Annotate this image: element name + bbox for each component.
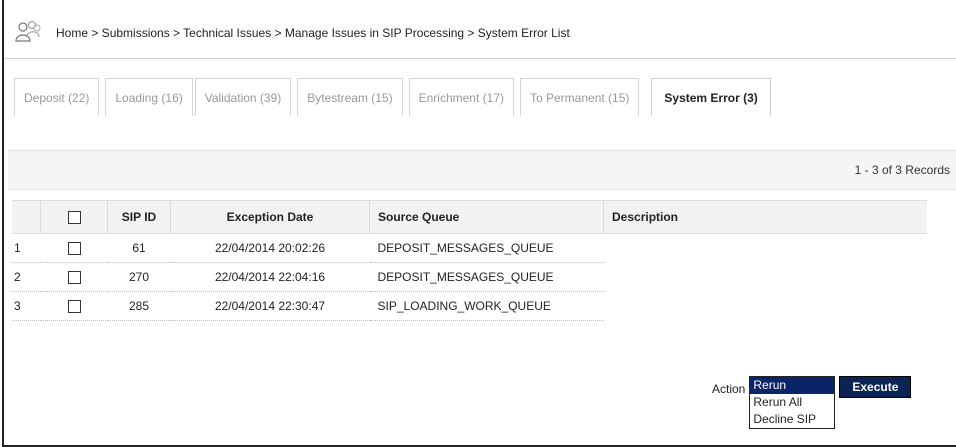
source-queue-cell: DEPOSIT_MESSAGES_QUEUE (369, 262, 604, 292)
header: Home > Submissions > Technical Issues > … (14, 14, 570, 52)
source-queue-cell: DEPOSIT_MESSAGES_QUEUE (369, 233, 604, 263)
header-divider (4, 58, 956, 59)
row-select-cell (40, 233, 108, 263)
tab-enrichment[interactable]: Enrichment (17) (408, 78, 514, 116)
tab-to-permanent[interactable]: To Permanent (15) (520, 78, 640, 116)
row-select-cell (40, 291, 108, 321)
description-cell (604, 234, 928, 263)
tab-system-error[interactable]: System Error (3) (651, 78, 771, 116)
action-option-decline-sip[interactable]: Decline SIP (750, 411, 834, 428)
row-checkbox[interactable] (67, 300, 81, 314)
sip-id-cell: 270 (107, 262, 171, 292)
exception-date-cell: 22/04/2014 22:30:47 (170, 291, 370, 321)
action-select[interactable]: Rerun Rerun All Decline SIP (749, 376, 836, 429)
records-bar: 1 - 3 of 3 Records (8, 150, 956, 190)
select-all-header (40, 200, 108, 234)
table-row[interactable]: 2 270 22/04/2014 22:04:16 DEPOSIT_MESSAG… (12, 262, 928, 292)
tab-loading[interactable]: Loading (16) (105, 78, 193, 116)
table-row[interactable]: 1 61 22/04/2014 20:02:26 DEPOSIT_MESSAGE… (12, 233, 928, 263)
tab-bar: Deposit (22) Loading (16) Validation (39… (14, 78, 777, 116)
table-row[interactable]: 3 285 22/04/2014 22:30:47 SIP_LOADING_WO… (12, 291, 928, 321)
exception-date-cell: 22/04/2014 22:04:16 (170, 262, 370, 292)
source-queue-header[interactable]: Source Queue (369, 200, 604, 234)
people-icon (14, 19, 42, 47)
execute-button[interactable]: Execute (839, 376, 912, 398)
row-checkbox[interactable] (67, 242, 81, 256)
page-frame: Home > Submissions > Technical Issues > … (2, 0, 956, 447)
sip-id-cell: 61 (107, 233, 171, 263)
records-count: 1 - 3 of 3 Records (854, 163, 950, 177)
source-queue-cell: SIP_LOADING_WORK_QUEUE (369, 291, 604, 321)
sip-id-cell: 285 (107, 291, 171, 321)
system-error-table: SIP ID Exception Date Source Queue Descr… (12, 200, 927, 321)
tab-bytestream[interactable]: Bytestream (15) (297, 78, 403, 116)
row-number: 2 (12, 262, 41, 292)
row-select-cell (40, 262, 108, 292)
tab-validation[interactable]: Validation (39) (194, 78, 292, 116)
row-number: 3 (12, 291, 41, 321)
description-header[interactable]: Description (603, 200, 927, 234)
breadcrumb: Home > Submissions > Technical Issues > … (56, 26, 570, 40)
action-option-rerun-all[interactable]: Rerun All (750, 394, 834, 411)
action-option-rerun[interactable]: Rerun (750, 377, 835, 394)
action-panel: Action Rerun Rerun All Decline SIP Execu… (712, 376, 912, 429)
exception-date-cell: 22/04/2014 20:02:26 (170, 233, 370, 263)
tab-deposit[interactable]: Deposit (22) (14, 78, 100, 116)
exception-date-header[interactable]: Exception Date (170, 200, 370, 234)
action-label: Action (712, 382, 746, 396)
select-all-checkbox[interactable] (67, 211, 81, 225)
row-checkbox[interactable] (67, 271, 81, 285)
description-cell (604, 292, 928, 321)
row-number: 1 (12, 233, 41, 263)
table-header-row: SIP ID Exception Date Source Queue Descr… (12, 200, 927, 234)
sip-id-header[interactable]: SIP ID (107, 200, 171, 234)
row-number-header (12, 200, 41, 234)
description-cell (604, 263, 928, 292)
